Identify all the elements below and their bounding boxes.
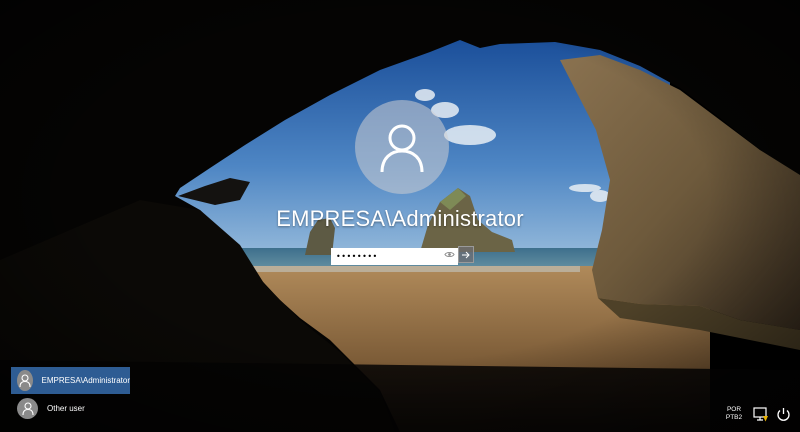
- network-button[interactable]: [752, 405, 770, 423]
- user-tile-other-user[interactable]: Other user: [11, 395, 130, 422]
- keyboard-layout: PTB2: [725, 414, 743, 421]
- user-silhouette-icon: [19, 374, 31, 387]
- submit-button[interactable]: [458, 246, 474, 263]
- user-tile-avatar: [17, 398, 38, 419]
- user-tile-avatar: [17, 370, 33, 391]
- system-tray: POR PTB2: [720, 404, 792, 424]
- user-silhouette-icon: [21, 402, 34, 415]
- user-list: EMPRESA\Administrator Other user: [11, 367, 130, 423]
- account-name: EMPRESA\Administrator: [276, 206, 524, 231]
- language-switcher[interactable]: POR PTB2: [720, 406, 748, 422]
- password-row: [331, 246, 474, 265]
- language-code: POR: [726, 406, 742, 413]
- power-button[interactable]: [774, 405, 792, 423]
- power-icon: [776, 407, 790, 421]
- user-silhouette-icon: [380, 124, 424, 172]
- user-tile-label: Other user: [47, 404, 85, 413]
- eye-icon[interactable]: [444, 249, 455, 260]
- user-tile-administrator[interactable]: EMPRESA\Administrator: [11, 367, 130, 394]
- account-avatar: [355, 100, 449, 194]
- password-input[interactable]: [331, 248, 458, 265]
- user-tile-label: EMPRESA\Administrator: [41, 376, 130, 385]
- network-icon: [753, 406, 768, 421]
- arrow-right-icon: [462, 251, 470, 258]
